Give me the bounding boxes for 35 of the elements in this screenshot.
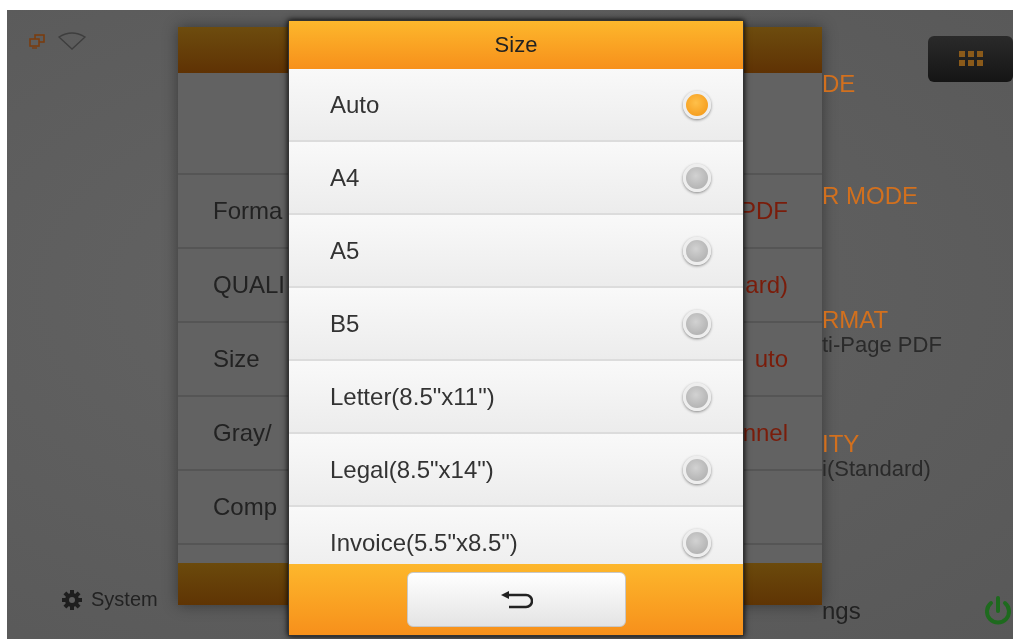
size-option[interactable]: A4 (289, 142, 743, 215)
setting-label: Forma (213, 197, 283, 225)
mode-title: RMAT (822, 307, 890, 333)
setting-value: uto (754, 345, 788, 373)
size-option[interactable]: Invoice(5.5"x8.5") (289, 507, 743, 564)
mode-title: R MODE (822, 183, 919, 209)
mode-title: ITY (822, 431, 861, 457)
setting-value: ard) (745, 271, 788, 299)
setting-label: Comp (213, 493, 278, 521)
radio-button[interactable] (683, 382, 711, 411)
apps-button[interactable] (928, 36, 1013, 82)
mode-title: DE (822, 71, 857, 97)
setting-label: Size (213, 345, 260, 373)
size-option[interactable]: Legal(8.5"x14") (289, 434, 743, 507)
radio-button[interactable] (683, 90, 711, 119)
radio-button[interactable] (683, 163, 711, 192)
radio-button[interactable] (683, 528, 711, 557)
radio-button[interactable] (683, 309, 711, 338)
grid-icon (958, 51, 983, 67)
size-option[interactable]: Letter(8.5"x11") (289, 361, 743, 434)
back-arrow-icon (499, 590, 533, 609)
setting-label: QUALI (213, 271, 286, 299)
power-icon[interactable] (983, 595, 1013, 627)
size-option[interactable]: Auto (289, 69, 743, 142)
gear-icon (61, 588, 83, 611)
setting-value: nnel (742, 419, 788, 447)
setting-label: Gray/ (213, 419, 272, 447)
radio-button[interactable] (683, 455, 711, 484)
back-button[interactable] (406, 572, 626, 627)
network-icon (29, 33, 46, 49)
radio-button[interactable] (683, 236, 711, 265)
dialog-title: Size (494, 32, 538, 58)
size-option[interactable]: B5 (289, 288, 743, 361)
wifi-icon (58, 32, 86, 50)
size-option[interactable]: A5 (289, 215, 743, 288)
